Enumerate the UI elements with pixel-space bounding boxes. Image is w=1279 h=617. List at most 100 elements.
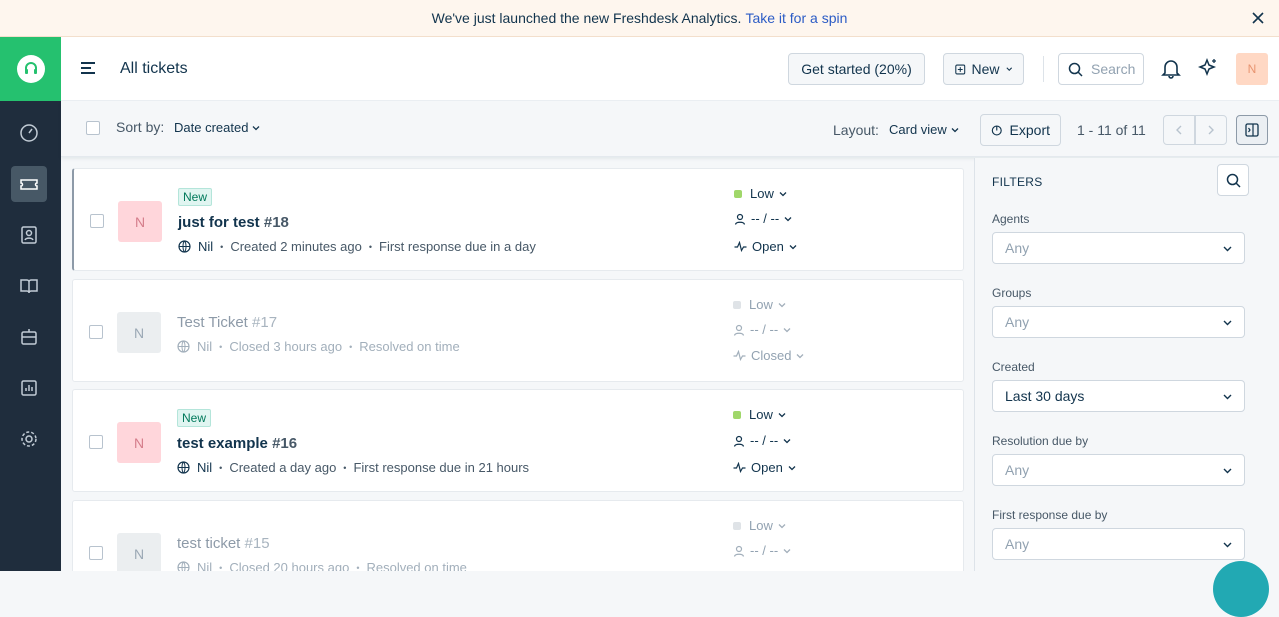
nav-contacts[interactable] bbox=[11, 217, 47, 253]
dashboard-icon bbox=[20, 124, 38, 142]
sla-text: Resolved on time bbox=[359, 339, 460, 354]
nav-bots[interactable] bbox=[11, 319, 47, 355]
chevron-down-icon bbox=[252, 125, 260, 130]
created-text: Created 2 minutes ago bbox=[230, 239, 362, 254]
ticket-card[interactable]: N Test Ticket #17 Nil • Closed 3 hours ag… bbox=[72, 279, 964, 382]
ticket-card[interactable]: N New test example #16 Nil • Created a da… bbox=[72, 389, 964, 492]
chevron-down-icon bbox=[1223, 394, 1232, 400]
chevron-down-icon bbox=[1223, 320, 1232, 326]
ticket-number: #18 bbox=[263, 214, 289, 231]
get-started-button[interactable]: Get started (20%) bbox=[788, 53, 925, 85]
priority-value: Low bbox=[750, 186, 774, 201]
chevron-down-icon bbox=[1223, 542, 1232, 548]
requester-name[interactable]: Nil bbox=[197, 560, 212, 571]
nav-reports[interactable] bbox=[11, 370, 47, 406]
assignee-dropdown[interactable]: -- / -- bbox=[733, 322, 791, 337]
created-text: Created a day ago bbox=[229, 460, 337, 475]
ticket-checkbox[interactable] bbox=[90, 214, 104, 228]
filters-panel: FILTERS Agents Any Groups Any Created La… bbox=[974, 158, 1279, 571]
divider bbox=[1043, 56, 1044, 82]
priority-indicator bbox=[733, 300, 741, 309]
groups-label: Groups bbox=[992, 286, 1032, 300]
sla-text: First response due in a day bbox=[379, 239, 536, 254]
first-response-due-select[interactable]: Any bbox=[992, 528, 1245, 560]
menu-icon[interactable] bbox=[80, 60, 96, 76]
created-label: Created bbox=[992, 360, 1035, 374]
new-button[interactable]: New bbox=[943, 53, 1024, 85]
list-toolbar: Sort by: Date created Layout: Card view … bbox=[61, 101, 1279, 157]
ticket-card[interactable]: N test ticket #15 Nil • Closed 20 hours a… bbox=[72, 500, 964, 571]
requester-name[interactable]: Nil bbox=[197, 339, 212, 354]
status-dropdown[interactable]: Open bbox=[734, 239, 797, 254]
assignee-dropdown[interactable]: -- / -- bbox=[733, 433, 791, 448]
groups-select[interactable]: Any bbox=[992, 306, 1245, 338]
assignee-value: -- / -- bbox=[750, 433, 779, 448]
assignee-value: -- / -- bbox=[750, 543, 779, 558]
globe-icon bbox=[177, 561, 190, 571]
ticket-subject[interactable]: just for test #18 bbox=[178, 214, 289, 231]
chevron-down-icon bbox=[1223, 468, 1232, 474]
first-response-due-label: First response due by bbox=[992, 508, 1108, 522]
resolution-due-value: Any bbox=[1005, 462, 1030, 478]
requester-name[interactable]: Nil bbox=[198, 239, 213, 254]
close-icon[interactable] bbox=[1251, 11, 1265, 25]
announcement-banner: We've just launched the new Freshdesk An… bbox=[0, 0, 1279, 37]
assignee-dropdown[interactable]: -- / -- bbox=[733, 543, 791, 558]
ticket-checkbox[interactable] bbox=[89, 325, 103, 339]
export-button[interactable]: Export bbox=[980, 114, 1061, 146]
search-input[interactable]: Search bbox=[1058, 53, 1144, 85]
banner-link[interactable]: Take it for a spin bbox=[745, 10, 847, 26]
resolution-due-select[interactable]: Any bbox=[992, 454, 1245, 486]
nav-admin[interactable] bbox=[11, 421, 47, 457]
sparkle-icon[interactable] bbox=[1197, 57, 1219, 79]
priority-dropdown[interactable]: Low bbox=[733, 518, 786, 533]
avatar: N bbox=[117, 422, 161, 463]
chevron-down-icon bbox=[1005, 67, 1012, 71]
status-badge: New bbox=[177, 409, 212, 427]
status-dropdown[interactable]: Closed bbox=[733, 348, 804, 363]
requester-name[interactable]: Nil bbox=[197, 460, 212, 475]
nav-solutions[interactable] bbox=[11, 268, 47, 304]
brand-logo[interactable] bbox=[0, 37, 61, 101]
prev-page-button[interactable] bbox=[1163, 115, 1195, 145]
chevron-down-icon bbox=[788, 465, 796, 470]
ticket-subject[interactable]: test ticket #15 bbox=[177, 535, 270, 552]
groups-value: Any bbox=[1005, 314, 1030, 330]
layout-dropdown[interactable]: Card view bbox=[889, 122, 959, 137]
next-page-button[interactable] bbox=[1195, 115, 1227, 145]
sort-dropdown[interactable]: Date created bbox=[174, 120, 260, 135]
bell-icon[interactable] bbox=[1160, 57, 1182, 79]
ticket-subject[interactable]: Test Ticket #17 bbox=[177, 314, 277, 331]
ticket-checkbox[interactable] bbox=[89, 435, 103, 449]
ticket-meta: Nil • Closed 20 hours ago • Resolved on ti… bbox=[177, 560, 467, 571]
layout-value: Card view bbox=[889, 122, 947, 137]
created-select[interactable]: Last 30 days bbox=[992, 380, 1245, 412]
search-icon bbox=[1226, 173, 1241, 188]
chat-widget-button[interactable] bbox=[1213, 561, 1269, 617]
globe-icon bbox=[177, 461, 190, 474]
avatar[interactable]: N bbox=[1236, 53, 1268, 85]
status-dropdown[interactable]: Open bbox=[733, 460, 796, 475]
chevron-down-icon bbox=[797, 353, 804, 358]
ticket-card[interactable]: N New just for test #18 Nil • Created 2 m… bbox=[72, 168, 964, 271]
ticket-checkbox[interactable] bbox=[89, 546, 103, 560]
status-value: Open bbox=[751, 460, 783, 475]
ticket-list: N New just for test #18 Nil • Created 2 m… bbox=[61, 158, 974, 571]
nav-tickets[interactable] bbox=[11, 166, 47, 202]
ticket-subject[interactable]: test example #16 bbox=[177, 435, 297, 452]
ticket-number: #17 bbox=[252, 314, 278, 331]
banner-text: We've just launched the new Freshdesk An… bbox=[431, 10, 742, 26]
nav-dashboard[interactable] bbox=[11, 115, 47, 151]
filter-search-button[interactable] bbox=[1217, 164, 1249, 196]
priority-dropdown[interactable]: Low bbox=[734, 186, 787, 201]
agents-select[interactable]: Any bbox=[992, 232, 1245, 264]
assignee-dropdown[interactable]: -- / -- bbox=[734, 211, 792, 226]
select-all-checkbox[interactable] bbox=[86, 121, 100, 135]
assignee-value: -- / -- bbox=[751, 211, 780, 226]
priority-dropdown[interactable]: Low bbox=[733, 297, 786, 312]
resolution-due-label: Resolution due by bbox=[992, 434, 1089, 448]
user-icon bbox=[733, 545, 745, 557]
status-badge: New bbox=[178, 188, 213, 206]
priority-dropdown[interactable]: Low bbox=[733, 407, 786, 422]
toggle-filters-button[interactable] bbox=[1236, 115, 1268, 145]
